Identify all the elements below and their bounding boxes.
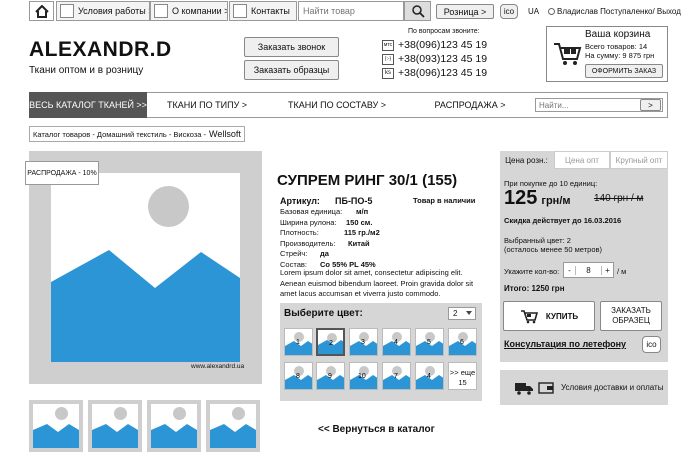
color-swatch[interactable]: 5 (415, 328, 444, 356)
color-swatch[interactable]: 6 (448, 328, 477, 356)
nav-search-button[interactable]: > (640, 99, 661, 111)
tab-retail-price[interactable]: Цена розн.: (500, 151, 553, 169)
user-logout-link[interactable]: Владислав Поступаленко/ Выход (557, 7, 681, 16)
nav-tab-by-type[interactable]: ТКАНИ ПО ТИПУ > (147, 92, 267, 118)
cart-item-count: Всего товаров: 14 (585, 42, 648, 51)
stock-status: Товар в наличии (413, 196, 476, 205)
product-title: СУПРЕМ РИНГ 30/1 (155) (277, 172, 458, 189)
delivery-terms-button[interactable]: Условия доставки и оплаты (500, 370, 668, 405)
product-description: Lorem ipsum dolor sit amet, consectetur … (280, 268, 474, 298)
spec-list: Базовая единица: м/п Ширина рулона: 150 см… (280, 207, 380, 269)
wallet-icon (538, 382, 554, 394)
cart-widget[interactable]: Ваша корзина Всего товаров: 14 На сумму:… (546, 26, 668, 82)
current-price: 125 грн/м (504, 187, 571, 209)
thumbnail[interactable] (88, 400, 142, 452)
top-search-button[interactable] (404, 1, 431, 21)
topnav-item-terms[interactable]: Условия работы > (56, 1, 150, 21)
topnav-item-about[interactable]: О компании > (150, 1, 228, 21)
life-operator-icon: (:-) (382, 53, 394, 65)
thumbnail[interactable] (147, 400, 201, 452)
phones-list: мтс +38(096)123 45 19 (:-) +38(093)123 45 … (382, 38, 502, 80)
watermark-text: www.alexandrd.ua (191, 363, 245, 370)
color-swatch[interactable]: 7 (382, 362, 411, 390)
cart-icon (554, 43, 582, 65)
quantity-unit: / м (617, 267, 627, 276)
phones-title: По вопросам звоните: (408, 28, 480, 35)
nav-tab-all-catalog[interactable]: ВЕСЬ КАТАЛОГ ТКАНЕЙ >> (29, 92, 147, 118)
quantity-increase-button[interactable]: + (601, 265, 613, 275)
product-main-image (51, 173, 240, 362)
breadcrumb-current: Wellsoft (209, 129, 241, 139)
order-samples-button[interactable]: Заказать образцы (244, 60, 339, 80)
image-icon (154, 4, 168, 18)
user-radio[interactable] (548, 8, 555, 15)
nav-tab-by-composition[interactable]: ТКАНИ ПО СОСТАВУ > (267, 92, 407, 118)
article-value: ПБ-ПО-5 (335, 196, 373, 206)
phone-number[interactable]: +38(096)123 45 19 (398, 67, 487, 79)
checkout-button[interactable]: ОФОРМИТЬ ЗАКАЗ (585, 64, 663, 78)
search-icon (411, 5, 425, 18)
top-search-input[interactable] (298, 1, 404, 21)
back-to-catalog-link[interactable]: << Вернуться в каталог (318, 424, 435, 435)
request-call-button[interactable]: Заказать звонок (244, 37, 339, 57)
color-chooser-label: Выберите цвет: (284, 308, 363, 319)
color-swatch-selected[interactable]: 2 (316, 328, 345, 356)
home-icon (34, 4, 49, 18)
quantity-label: Укажите кол-во: (504, 267, 560, 276)
image-icon (60, 4, 74, 18)
chosen-color: Выбранный цвет: 2 (504, 236, 571, 245)
order-sample-button[interactable]: ЗАКАЗАТЬ ОБРАЗЕЦ (600, 301, 662, 331)
breadcrumb-path[interactable]: Каталог товаров - Домашний текстиль - Ви… (33, 130, 206, 139)
color-swatch[interactable]: 4 (415, 362, 444, 390)
image-icon (233, 4, 247, 18)
thumbnail[interactable] (29, 400, 83, 452)
quantity-value[interactable]: 8 (576, 266, 601, 275)
phone-consultation-link[interactable]: Консультация по летефону (504, 339, 626, 349)
mts-operator-icon: мтс (382, 39, 394, 51)
old-price: 140 грн / м (594, 193, 644, 204)
tab-wholesale-price[interactable]: Цена опт (554, 151, 610, 169)
stock-remaining: (осталось менее 50 метров) (504, 245, 602, 254)
chevron-down-icon (466, 311, 472, 315)
quantity-decrease-button[interactable]: - (564, 265, 576, 275)
cart-title: Ваша корзина (585, 29, 651, 40)
image-placeholder-sun (148, 186, 189, 227)
color-swatch[interactable]: 9 (316, 362, 345, 390)
nav-tab-sale[interactable]: РАСПРОДАЖА > (407, 92, 533, 118)
quantity-stepper[interactable]: - 8 + (563, 262, 614, 278)
tab-bulk-price[interactable]: Крупный опт (610, 151, 668, 169)
phone-number[interactable]: +38(093)123 45 19 (398, 53, 487, 65)
sale-badge: РАСПРОДАЖА - 10% (25, 161, 99, 185)
color-swatch[interactable]: 3 (349, 328, 378, 356)
breadcrumb: Каталог товаров - Домашний текстиль - Ви… (29, 126, 245, 142)
image-placeholder-mountains (51, 250, 240, 362)
site-logo[interactable]: ALEXANDR.D (29, 38, 172, 62)
color-select[interactable]: 2 (448, 307, 476, 320)
ico-button[interactable]: ico (642, 336, 661, 353)
cart-icon (520, 309, 538, 323)
topnav-item-contacts[interactable]: Контакты (229, 1, 297, 21)
truck-icon (515, 382, 533, 395)
thumbnail[interactable] (206, 400, 260, 452)
site-tagline: Ткани оптом и в розницу (29, 65, 144, 76)
buy-button[interactable]: КУПИТЬ (503, 301, 595, 331)
product-image-frame[interactable]: www.alexandrd.ua (29, 151, 262, 384)
color-swatch[interactable]: 8 (284, 362, 313, 390)
language-switch[interactable]: UA (528, 7, 539, 16)
color-swatch[interactable]: 4 (382, 328, 411, 356)
color-swatch[interactable]: 10 (349, 362, 378, 390)
home-button[interactable] (29, 1, 54, 21)
cart-sum: На сумму: 9 875 грн (585, 51, 655, 60)
article-label: Артикул: (280, 196, 320, 206)
phone-number[interactable]: +38(096)123 45 19 (398, 39, 487, 51)
more-colors-button[interactable]: >> еще 15 (448, 362, 477, 390)
discount-note: Скидка действует до 16.03.2016 (504, 216, 622, 225)
color-swatch[interactable]: 1 (284, 328, 313, 356)
price-panel: Цена розн.: Цена опт Крупный опт При пок… (500, 151, 668, 362)
price-type-button[interactable]: Розница > (436, 4, 494, 19)
total-sum: Итого: 1250 грн (504, 284, 565, 293)
color-chooser: Выберите цвет: 2 1 2 3 4 5 6 8 9 10 7 4 … (280, 303, 482, 401)
ks-operator-icon: ks (382, 67, 394, 79)
ico-button[interactable]: ico (500, 4, 518, 19)
